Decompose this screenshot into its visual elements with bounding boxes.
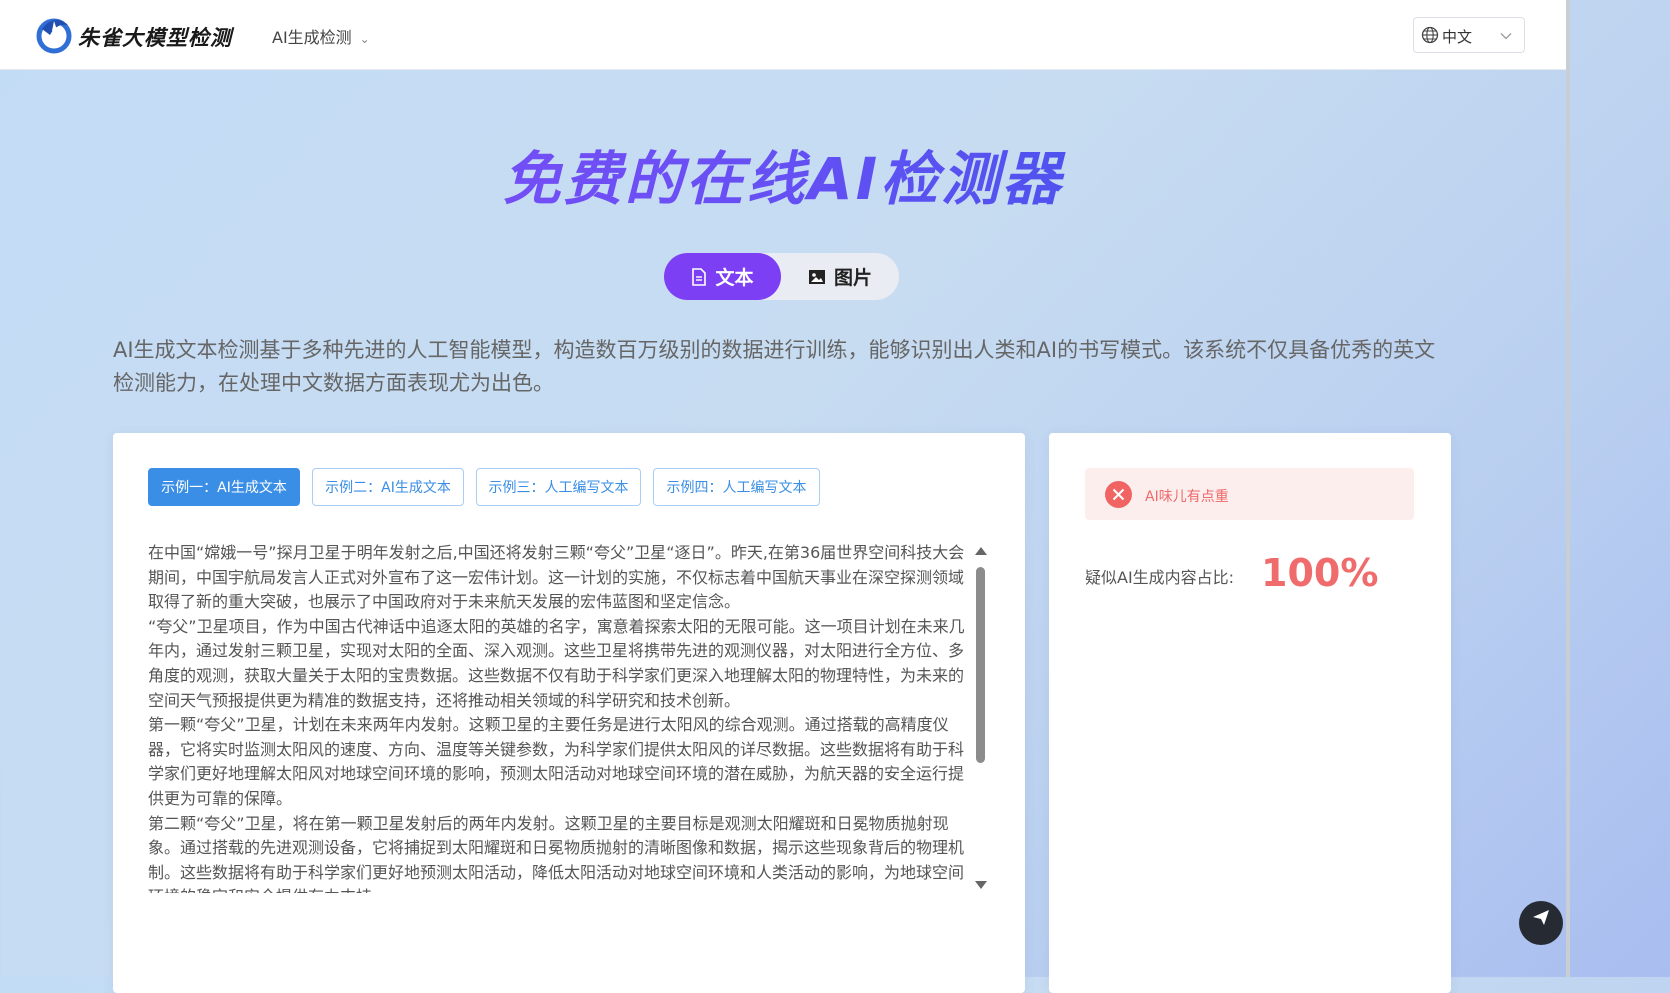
ai-ratio-value: 100% — [1261, 551, 1379, 595]
scroll-down-icon[interactable] — [975, 881, 987, 889]
ai-ratio-label: 疑似AI生成内容占比: — [1085, 568, 1235, 587]
alert-message: AI味儿有点重 — [1145, 489, 1229, 505]
scrollbar-thumb[interactable] — [976, 567, 985, 763]
example-1-button[interactable]: 示例一：AI生成文本 — [148, 468, 300, 506]
chevron-down-icon: ⌄ — [359, 32, 370, 46]
scroll-up-icon[interactable] — [975, 547, 987, 555]
text-paragraph: “夸父”卫星项目，作为中国古代神话中追逐太阳的英雄的名字，寓意着探索太阳的无限可… — [148, 616, 965, 710]
mode-switch: 文本 图片 — [664, 253, 899, 300]
result-panel: AI味儿有点重 疑似AI生成内容占比: 100% — [1049, 433, 1451, 993]
chevron-down-icon — [1500, 33, 1512, 40]
result-alert: AI味儿有点重 — [1085, 468, 1414, 520]
page-scrollbar[interactable] — [1566, 0, 1570, 977]
send-icon — [1533, 910, 1549, 925]
language-select[interactable]: 中文 — [1413, 17, 1525, 53]
globe-icon — [1421, 26, 1439, 44]
brand-name: 朱雀大模型检测 — [78, 26, 232, 50]
page-title: 免费的在线AI检测器 — [0, 132, 1566, 216]
top-navbar: 朱雀大模型检测 AI生成检测 ⌄ 中文 — [0, 0, 1566, 70]
language-label: 中文 — [1442, 28, 1473, 46]
text-paragraph: 第一颗“夸父”卫星，计划在未来两年内发射。这颗卫星的主要任务是进行太阳风的综合观… — [148, 715, 965, 808]
tab-image[interactable]: 图片 — [781, 253, 899, 300]
example-2-button[interactable]: 示例二：AI生成文本 — [312, 468, 464, 506]
input-panel: 示例一：AI生成文本 示例二：AI生成文本 示例三：人工编写文本 示例四：人工编… — [113, 433, 1025, 993]
text-paragraph: 第二颗“夸父”卫星，将在第一颗卫星发射后的两年内发射。这颗卫星的主要目标是观测太… — [148, 813, 965, 893]
logo-icon — [36, 18, 72, 54]
nav-menu-ai-detection[interactable]: AI生成检测 ⌄ — [272, 24, 370, 48]
description: AI生成文本检测基于多种先进的人工智能模型，构造数百万级别的数据进行训练，能够识… — [113, 338, 1436, 395]
image-icon — [808, 269, 825, 284]
send-feedback-button[interactable] — [1519, 901, 1563, 945]
example-4-button[interactable]: 示例四：人工编写文本 — [653, 468, 820, 506]
nav-menu-label: AI生成检测 — [272, 28, 352, 47]
tab-text[interactable]: 文本 — [664, 253, 781, 300]
text-input[interactable]: 在中国“嫦娥一号”探月卫星于明年发射之后,中国还将发射三颗“夸父”卫星“逐日”。… — [148, 541, 974, 893]
tab-image-label: 图片 — [833, 267, 872, 289]
example-3-button[interactable]: 示例三：人工编写文本 — [476, 468, 641, 506]
document-icon — [692, 267, 707, 286]
text-scrollbar[interactable] — [974, 547, 988, 889]
close-circle-icon — [1105, 481, 1132, 508]
text-paragraph: 在中国“嫦娥一号”探月卫星于明年发射之后,中国还将发射三颗“夸父”卫星“逐日”。… — [148, 543, 965, 612]
tab-text-label: 文本 — [715, 267, 754, 289]
